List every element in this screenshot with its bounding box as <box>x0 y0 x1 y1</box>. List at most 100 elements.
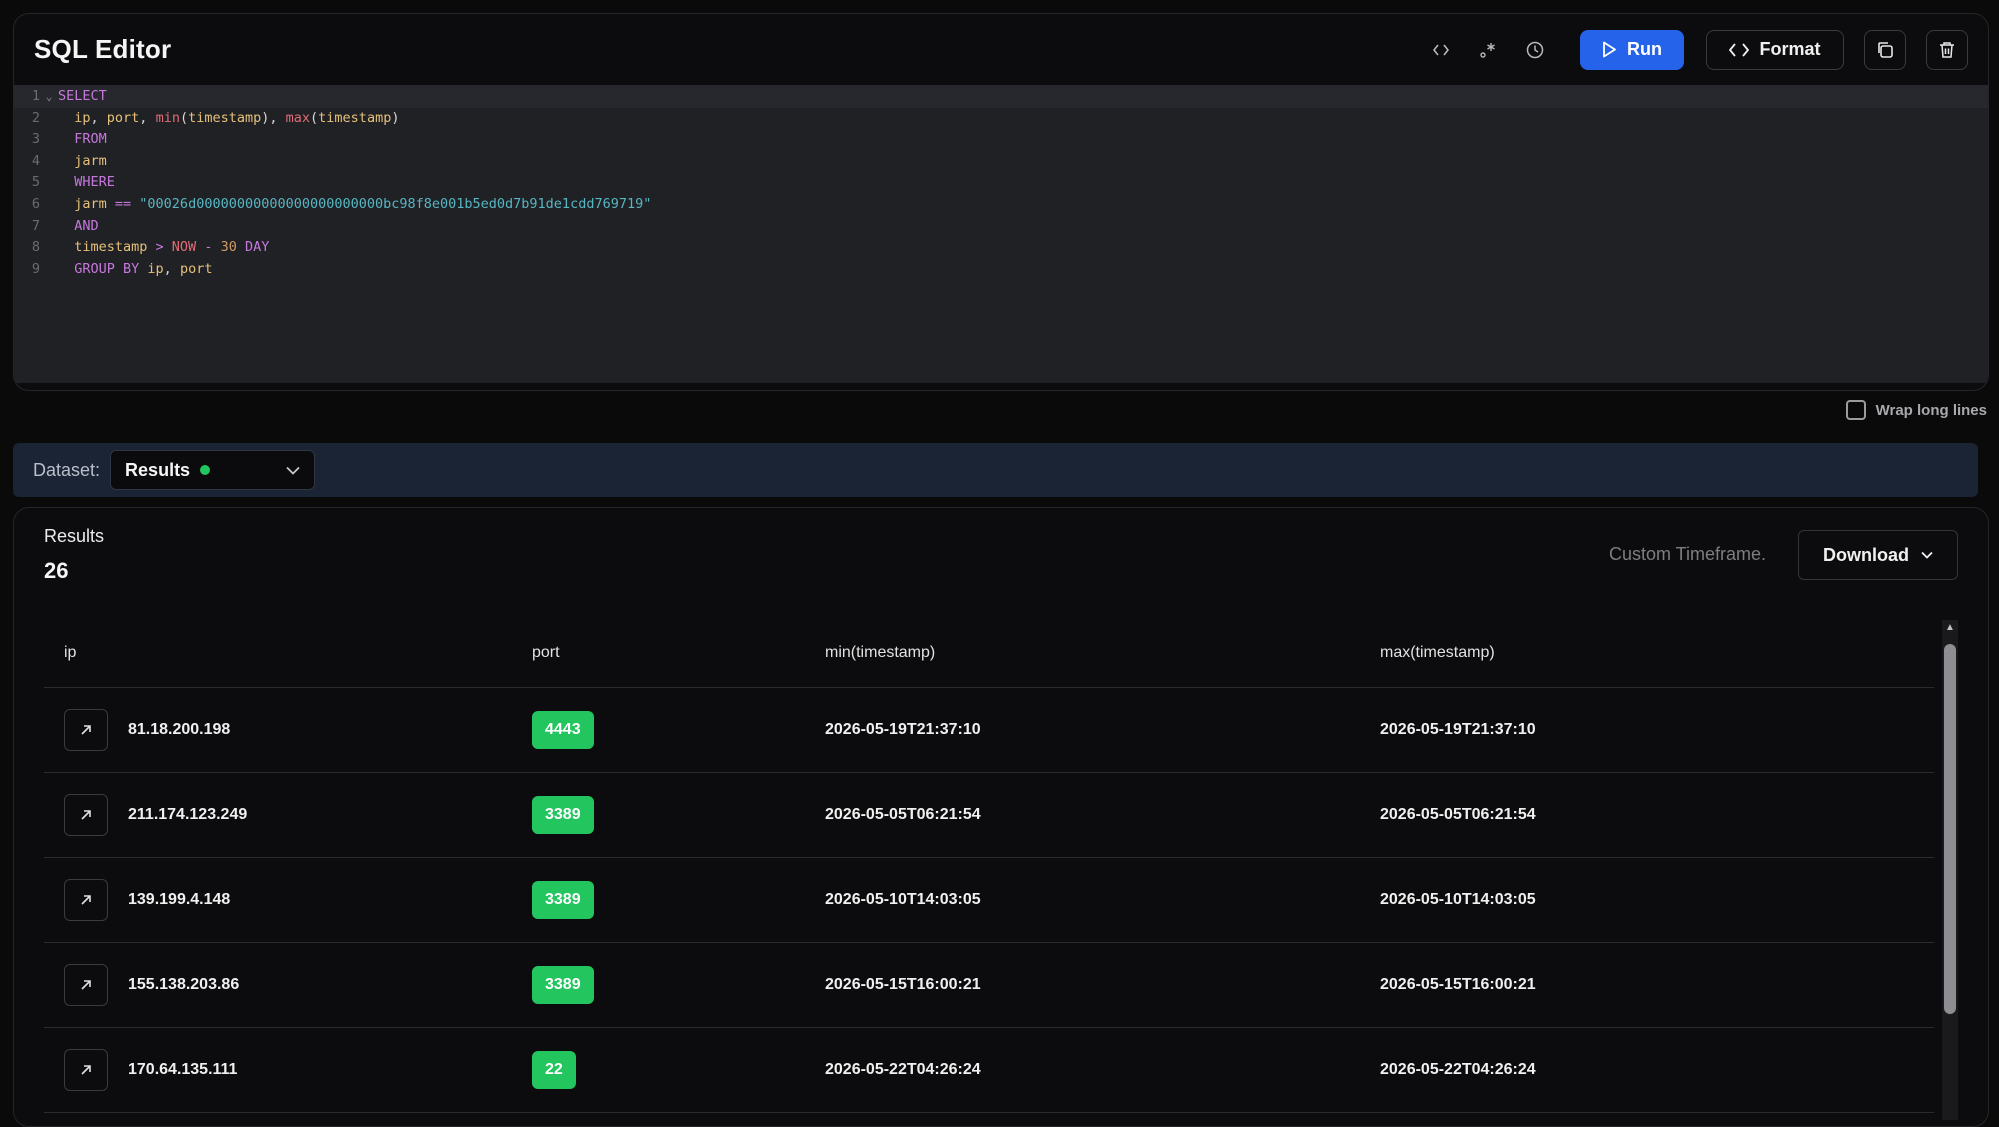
code-token: , <box>163 260 180 277</box>
cell-max-timestamp: 2026-05-15T16:00:21 <box>1380 976 1536 993</box>
fold-gutter <box>40 129 58 151</box>
editor-toolbar: Run Format <box>1417 29 1968 70</box>
code-token: timestamp <box>188 109 262 126</box>
format-button[interactable]: Format <box>1706 29 1844 70</box>
column-header-ip[interactable]: ip <box>44 644 532 662</box>
line-number: 6 <box>31 195 40 212</box>
cell-port: 3389 <box>532 966 825 1004</box>
fold-gutter <box>40 151 58 173</box>
cell-max-timestamp: 2026-05-22T04:26:24 <box>1380 1061 1536 1078</box>
code-text: AND <box>58 216 98 238</box>
fold-gutter <box>40 108 58 130</box>
code-token: jarm <box>58 195 107 212</box>
code-line[interactable]: 1 ⌄ SELECT <box>14 86 1988 108</box>
code-token: WHERE <box>58 174 115 191</box>
wrap-long-lines-checkbox[interactable] <box>1845 400 1866 420</box>
code-text: FROM <box>58 129 107 151</box>
table-row[interactable]: 155.138.203.86 3389 2026-05-15T16:00:21 202… <box>44 943 1934 1028</box>
table-row[interactable]: 211.174.123.249 3389 2026-05-05T06:21:54 20… <box>44 773 1934 858</box>
code-token: GROUP BY <box>58 260 148 277</box>
code-line[interactable]: 4 jarm <box>14 151 1988 173</box>
code-text: SELECT <box>58 86 107 108</box>
code-line[interactable]: 5 WHERE <box>14 172 1988 194</box>
dataset-bar: Dataset: Results <box>13 443 1978 497</box>
code-toggle-icon[interactable] <box>1417 30 1464 70</box>
scroll-up-arrow-icon[interactable]: ▲ <box>1945 622 1955 633</box>
cell-min-timestamp: 2026-05-10T14:03:05 <box>825 891 981 908</box>
code-token: timestamp <box>318 109 392 126</box>
code-token: port <box>179 260 213 277</box>
cell-ip: 81.18.200.198 <box>44 709 532 751</box>
line-number: 3 <box>31 131 40 148</box>
port-badge[interactable]: 3389 <box>532 966 594 1004</box>
code-editor[interactable]: 1 ⌄ SELECT 2 ip, port, min(timestamp), max(… <box>14 86 1988 383</box>
chevron-down-icon <box>286 466 300 475</box>
port-badge[interactable]: 3389 <box>532 796 594 834</box>
code-text: timestamp > NOW - 30 DAY <box>58 237 269 259</box>
scrollbar-thumb[interactable] <box>1944 644 1956 1014</box>
fold-gutter <box>40 237 58 259</box>
code-line[interactable]: 8 timestamp > NOW - 30 DAY <box>14 237 1988 259</box>
dataset-label: Dataset: <box>33 459 101 480</box>
cell-port: 3389 <box>532 796 825 834</box>
wrap-long-lines-option[interactable]: Wrap long lines <box>1845 400 1987 420</box>
column-header-port[interactable]: port <box>532 644 825 662</box>
history-icon[interactable] <box>1511 30 1558 70</box>
format-label: Format <box>1759 39 1821 59</box>
code-token: DAY <box>236 239 270 256</box>
table-header: ip port min(timestamp) max(timestamp) <box>44 618 1934 688</box>
code-token: timestamp <box>58 239 148 256</box>
cell-port: 22 <box>532 1051 825 1089</box>
code-text: ip, port, min(timestamp), max(timestamp) <box>58 108 399 130</box>
run-label: Run <box>1627 39 1662 59</box>
line-number: 2 <box>31 109 40 126</box>
open-host-button[interactable] <box>64 964 108 1006</box>
open-host-button[interactable] <box>64 879 108 921</box>
editor-header: SQL Editor Run Format <box>14 14 1988 86</box>
ip-address: 155.138.203.86 <box>128 976 240 993</box>
table-row[interactable]: 81.18.200.198 4443 2026-05-19T21:37:10 2026… <box>44 688 1934 773</box>
line-number: 9 <box>31 260 40 277</box>
code-token: ( <box>310 109 319 126</box>
line-number: 5 <box>31 174 40 191</box>
results-scrollbar[interactable]: ▲ <box>1942 620 1958 1120</box>
code-token: > <box>147 239 172 256</box>
column-header-min-timestamp[interactable]: min(timestamp) <box>825 644 1380 662</box>
port-badge[interactable]: 22 <box>532 1051 576 1089</box>
table-row[interactable]: 170.64.135.111 22 2026-05-22T04:26:24 2026-… <box>44 1028 1934 1113</box>
delete-button[interactable] <box>1926 29 1968 70</box>
code-line[interactable]: 3 FROM <box>14 129 1988 151</box>
code-line[interactable]: 7 AND <box>14 216 1988 238</box>
open-host-button[interactable] <box>64 709 108 751</box>
code-token: FROM <box>58 131 107 148</box>
port-badge[interactable]: 3389 <box>532 881 594 919</box>
line-number: 8 <box>31 239 40 256</box>
run-button[interactable]: Run <box>1580 29 1684 70</box>
code-token: SELECT <box>58 88 107 104</box>
line-number: 1 <box>31 88 40 104</box>
copy-icon <box>1878 41 1893 58</box>
code-line[interactable]: 9 GROUP BY ip, port <box>14 259 1988 281</box>
regex-icon[interactable] <box>1464 30 1511 70</box>
table-row[interactable]: 139.199.4.148 3389 2026-05-10T14:03:05 2026… <box>44 858 1934 943</box>
cell-ip: 139.199.4.148 <box>44 879 532 921</box>
open-host-button[interactable] <box>64 794 108 836</box>
open-host-button[interactable] <box>64 1049 108 1091</box>
fold-chevron-icon[interactable]: ⌄ <box>40 86 58 108</box>
port-badge[interactable]: 4443 <box>532 711 594 749</box>
cell-max-timestamp: 2026-05-19T21:37:10 <box>1380 721 1536 738</box>
code-line[interactable]: 6 jarm == "00026d00000000000000000000000… <box>14 194 1988 216</box>
code-token: jarm <box>58 152 107 169</box>
code-token: - <box>196 239 221 256</box>
results-panel: Results 26 Custom Timeframe. Download ip… <box>13 507 1989 1127</box>
download-button[interactable]: Download <box>1798 530 1958 580</box>
code-line[interactable]: 2 ip, port, min(timestamp), max(timestam… <box>14 108 1988 130</box>
dataset-select[interactable]: Results <box>110 450 316 490</box>
arrow-up-right-icon <box>81 980 91 990</box>
cell-port: 4443 <box>532 711 825 749</box>
status-dot <box>200 465 211 475</box>
column-header-max-timestamp[interactable]: max(timestamp) <box>1380 644 1934 662</box>
results-table: ip port min(timestamp) max(timestamp) 81… <box>44 618 1934 1113</box>
copy-button[interactable] <box>1864 29 1906 70</box>
line-number: 4 <box>31 152 40 169</box>
